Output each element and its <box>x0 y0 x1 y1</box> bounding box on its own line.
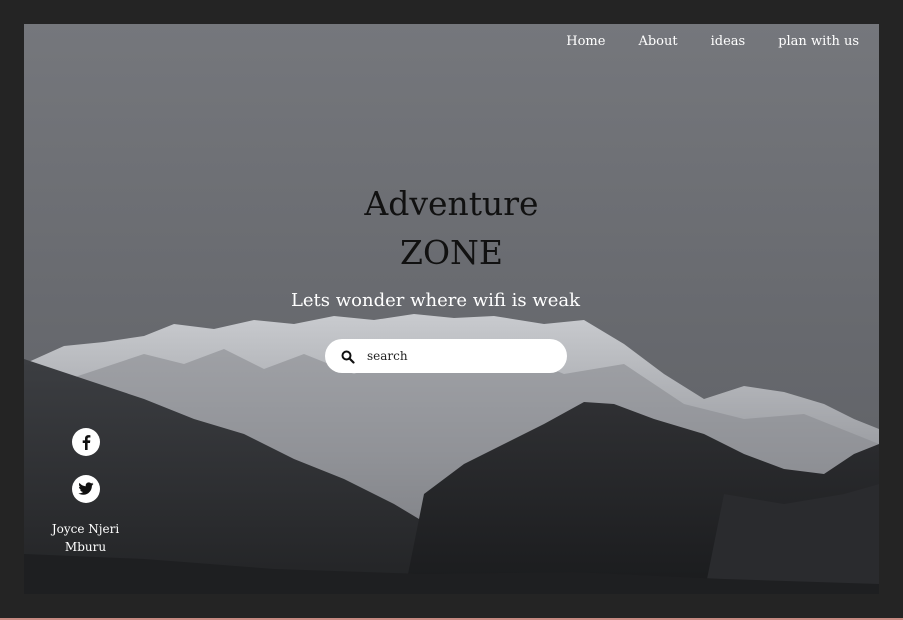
hero-section: Home About ideas plan with us Adventure … <box>24 24 879 594</box>
author-credit: Joyce Njeri Mburu <box>44 520 127 556</box>
search-bar[interactable] <box>325 339 567 373</box>
hero-title-line1: Adventure <box>364 184 539 223</box>
author-line1: Joyce Njeri <box>51 522 120 536</box>
hero-title: Adventure ZONE <box>24 179 879 277</box>
top-navigation: Home About ideas plan with us <box>533 34 859 49</box>
facebook-icon[interactable] <box>71 428 100 456</box>
page-frame: Home About ideas plan with us Adventure … <box>0 0 903 620</box>
twitter-icon[interactable] <box>71 475 100 503</box>
nav-link-home[interactable]: Home <box>566 34 605 49</box>
nav-link-about[interactable]: About <box>638 34 677 49</box>
nav-link-plan-with-us[interactable]: plan with us <box>778 34 859 49</box>
search-icon[interactable] <box>341 349 355 364</box>
search-input[interactable] <box>365 348 549 364</box>
social-sidebar: Joyce Njeri Mburu <box>44 428 127 556</box>
hero-subtitle: Lets wonder where wifi is weak <box>290 290 581 311</box>
nav-link-ideas[interactable]: ideas <box>711 34 746 49</box>
hero-title-line2: ZONE <box>400 233 503 272</box>
author-line2: Mburu <box>64 540 107 554</box>
